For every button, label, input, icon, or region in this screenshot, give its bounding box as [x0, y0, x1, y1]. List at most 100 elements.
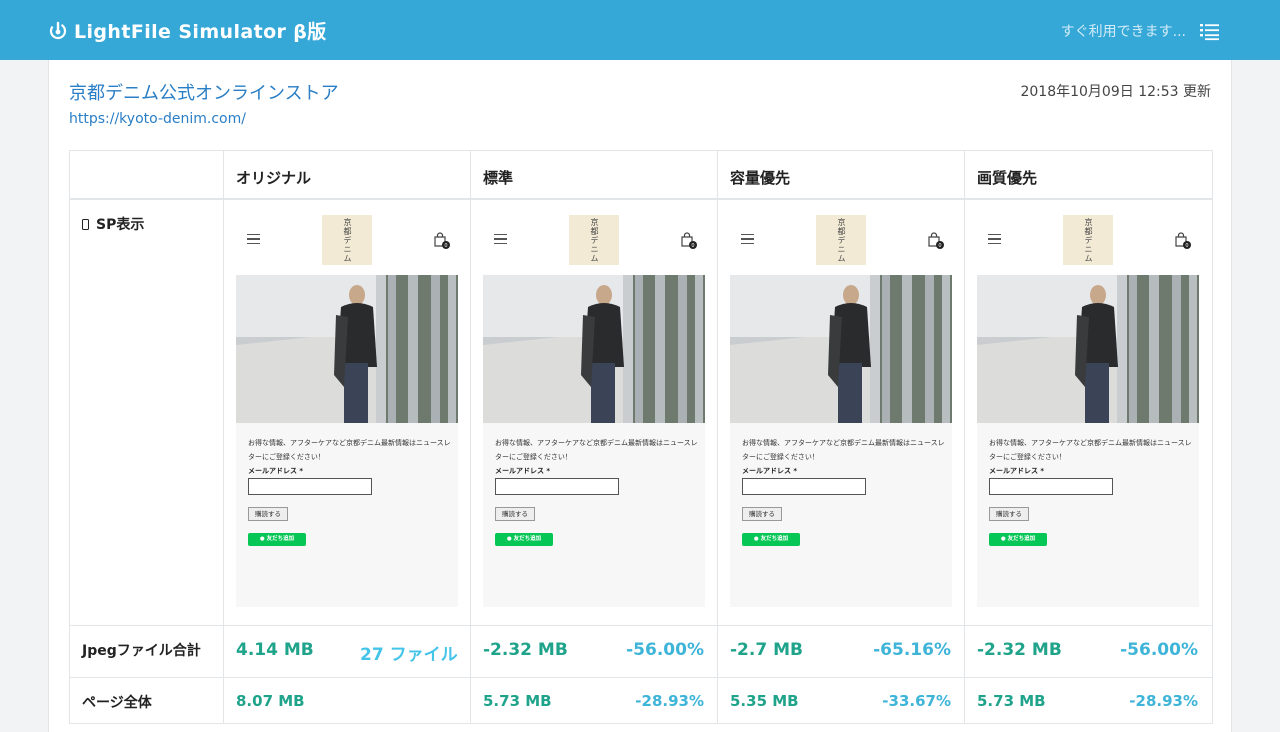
newsletter-text: お得な情報、アフターケアなど京都デニム最新情報はニュースレターにご登録ください！ [248, 439, 451, 461]
column-divider [223, 151, 224, 723]
site-url-link[interactable]: https://kyoto-denim.com/ [69, 111, 246, 127]
page-percent-size-priority: -33.67% [882, 692, 951, 710]
column-header-quality-priority: 画質優先 [977, 169, 1038, 187]
line-add-friend-button[interactable]: ● 友だち追加 [248, 533, 306, 546]
list-icon[interactable] [1200, 23, 1220, 41]
row-header-jpeg-total: Jpegファイル合計 [82, 643, 201, 659]
newsletter-text: お得な情報、アフターケアなど京都デニム最新情報はニュースレターにご登録ください！ [495, 439, 698, 461]
row-header-sp-view-label: SP表示 [96, 217, 145, 233]
status-text: すぐ利用できます... [1060, 24, 1186, 40]
app-title: LightFile Simulator β版 [74, 20, 327, 43]
row-divider [70, 198, 1212, 200]
row-divider [70, 625, 1212, 626]
hero-photo [236, 275, 458, 423]
email-label: メールアドレス * [742, 467, 798, 475]
preview-header: 京都デニム 0 [730, 215, 952, 275]
column-header-size-priority: 容量優先 [730, 169, 791, 187]
jpeg-percent-size-priority: -65.16% [873, 640, 951, 660]
line-add-friend-label: 友だち追加 [266, 536, 295, 542]
preview-header: 京都デニム 0 [977, 215, 1199, 275]
result-card: 京都デニム公式オンラインストア https://kyoto-denim.com/… [48, 60, 1232, 732]
row-header-sp-view: SP表示 [82, 214, 144, 234]
jpeg-percent-standard: -56.00% [626, 640, 704, 660]
email-field[interactable] [742, 478, 866, 495]
page-percent-standard: -28.93% [635, 692, 704, 710]
hamburger-icon [741, 234, 754, 245]
updated-timestamp: 2018年10月09日 12:53 更新 [1020, 84, 1211, 100]
subscribe-button[interactable]: 購読する [248, 507, 288, 521]
column-divider [470, 151, 471, 723]
email-field[interactable] [495, 478, 619, 495]
brand-logo: 京都デニム [569, 215, 619, 265]
top-bar: LightFile Simulator β版 すぐ利用できます... [0, 0, 1280, 60]
line-add-friend-label: 友だち追加 [1007, 536, 1036, 542]
email-label: メールアドレス * [248, 467, 304, 475]
column-divider [964, 151, 965, 723]
brand-logo-text: 京都デニム [343, 217, 352, 263]
newsletter-text: お得な情報、アフターケアなど京都デニム最新情報はニュースレターにご登録ください！ [742, 439, 945, 461]
email-field[interactable] [248, 478, 372, 495]
line-chat-icon: ● [753, 536, 761, 542]
subscribe-button[interactable]: 購読する [495, 507, 535, 521]
brand-logo: 京都デニム [322, 215, 372, 265]
hero-photo [977, 275, 1199, 423]
jpeg-percent-quality-priority: -56.00% [1120, 640, 1198, 660]
row-divider [70, 677, 1212, 678]
site-name-link[interactable]: 京都デニム公式オンラインストア [69, 79, 339, 105]
smartphone-icon [82, 218, 89, 230]
shopping-bag-icon: 0 [680, 231, 698, 251]
cart-count: 0 [938, 243, 941, 249]
line-chat-icon: ● [1000, 536, 1008, 542]
sp-preview-standard[interactable]: 京都デニム 0 お得な情報、アフターケアなど京都デニム最新情報はニュースレターに… [483, 215, 705, 607]
sp-preview-quality-priority[interactable]: 京都デニム 0 お得な情報、アフターケアなど京都デニム最新情報はニュースレターに… [977, 215, 1199, 607]
newsletter-text: お得な情報、アフターケアなど京都デニム最新情報はニュースレターにご登録ください！ [989, 439, 1192, 461]
brand-logo: 京都デニム [1063, 215, 1113, 265]
column-header-original: オリジナル [236, 169, 312, 187]
shopping-bag-icon: 0 [1174, 231, 1192, 251]
preview-header: 京都デニム 0 [483, 215, 705, 275]
brand-logo-text: 京都デニム [837, 217, 846, 263]
app-logo[interactable]: LightFile Simulator β版 [48, 16, 327, 44]
line-chat-icon: ● [506, 536, 514, 542]
cart-count: 0 [691, 243, 694, 249]
cart-count: 0 [1185, 243, 1188, 249]
brand-logo: 京都デニム [816, 215, 866, 265]
email-label: メールアドレス * [989, 467, 1045, 475]
brand-logo-text: 京都デニム [1084, 217, 1093, 263]
jpeg-size-original: 4.14 MB [236, 640, 314, 660]
page-size-original: 8.07 MB [236, 692, 305, 710]
hamburger-icon [494, 234, 507, 245]
line-add-friend-button[interactable]: ● 友だち追加 [495, 533, 553, 546]
column-header-standard: 標準 [483, 169, 514, 187]
hamburger-icon [247, 234, 260, 245]
jpeg-file-count: 27 ファイル [360, 645, 458, 665]
page-percent-quality-priority: -28.93% [1129, 692, 1198, 710]
email-field[interactable] [989, 478, 1113, 495]
page-size-size-priority: 5.35 MB [730, 692, 799, 710]
page-size-standard: 5.73 MB [483, 692, 552, 710]
jpeg-size-size-priority: -2.7 MB [730, 640, 803, 660]
jpeg-size-quality-priority: -2.32 MB [977, 640, 1062, 660]
hamburger-icon [988, 234, 1001, 245]
hero-photo [483, 275, 705, 423]
brand-logo-text: 京都デニム [590, 217, 599, 263]
shopping-bag-icon: 0 [433, 231, 451, 251]
line-add-friend-label: 友だち追加 [513, 536, 542, 542]
line-add-friend-label: 友だち追加 [760, 536, 789, 542]
sp-preview-original[interactable]: 京都デニム 0 お得な情報、アフターケアなど京都デニム最新情報はニュースレターに… [236, 215, 458, 607]
line-add-friend-button[interactable]: ● 友だち追加 [742, 533, 800, 546]
page-size-quality-priority: 5.73 MB [977, 692, 1046, 710]
sp-preview-size-priority[interactable]: 京都デニム 0 お得な情報、アフターケアなど京都デニム最新情報はニュースレターに… [730, 215, 952, 607]
jpeg-size-standard: -2.32 MB [483, 640, 568, 660]
column-divider [717, 151, 718, 723]
hero-photo [730, 275, 952, 423]
email-label: メールアドレス * [495, 467, 551, 475]
comparison-table: オリジナル 標準 容量優先 画質優先 SP表示 Jpegファイル合計 ページ全体… [69, 150, 1213, 724]
preview-header: 京都デニム 0 [236, 215, 458, 275]
row-header-page-total: ページ全体 [82, 695, 152, 711]
shopping-bag-icon: 0 [927, 231, 945, 251]
cart-count: 0 [444, 243, 447, 249]
subscribe-button[interactable]: 購読する [989, 507, 1029, 521]
subscribe-button[interactable]: 購読する [742, 507, 782, 521]
line-add-friend-button[interactable]: ● 友だち追加 [989, 533, 1047, 546]
